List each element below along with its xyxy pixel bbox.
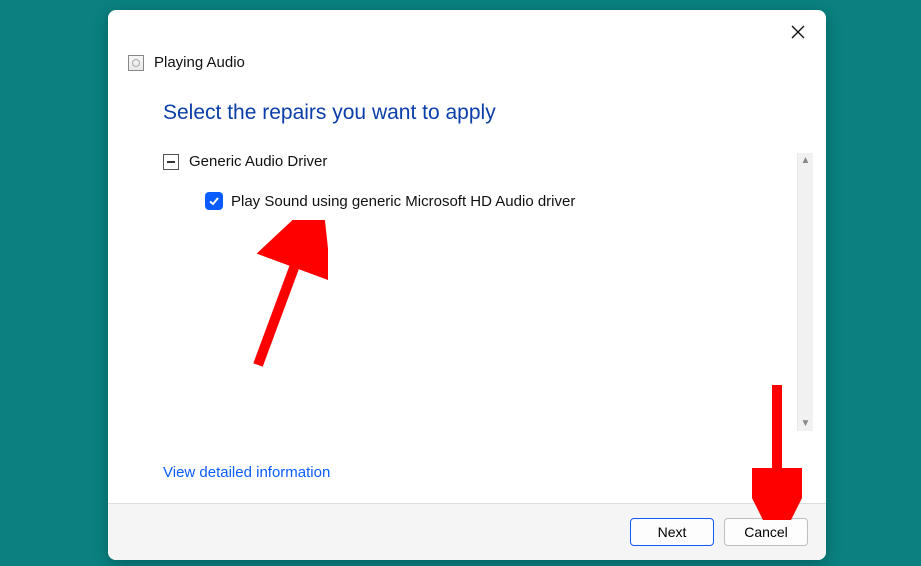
scroll-up-icon: ▲ [799, 153, 813, 168]
check-icon [208, 195, 220, 207]
scrollbar[interactable]: ▲ ▼ [797, 153, 813, 431]
next-button[interactable]: Next [630, 518, 714, 546]
header: Playing Audio [108, 46, 826, 89]
audio-troubleshoot-icon [128, 55, 144, 71]
footer: Next Cancel [108, 503, 826, 560]
close-icon [791, 25, 805, 39]
repair-group-label: Generic Audio Driver [189, 153, 327, 170]
close-button[interactable] [782, 18, 814, 46]
window-title: Playing Audio [154, 54, 245, 71]
view-detailed-info-link[interactable]: View detailed information [163, 464, 330, 481]
repair-group[interactable]: Generic Audio Driver [163, 153, 797, 170]
repair-item-label: Play Sound using generic Microsoft HD Au… [231, 193, 575, 210]
titlebar [108, 10, 826, 46]
repair-checkbox[interactable] [205, 192, 223, 210]
troubleshooter-dialog: Playing Audio Select the repairs you wan… [108, 10, 826, 560]
next-button-label: Next [658, 524, 687, 540]
repair-item[interactable]: Play Sound using generic Microsoft HD Au… [205, 192, 797, 210]
collapse-icon [163, 154, 179, 170]
instruction-heading: Select the repairs you want to apply [163, 101, 771, 125]
cancel-button[interactable]: Cancel [724, 518, 808, 546]
repairs-list-container: Generic Audio Driver Play Sound using ge… [163, 153, 771, 431]
main-content: Select the repairs you want to apply Gen… [108, 89, 826, 503]
cancel-button-label: Cancel [744, 524, 788, 540]
scroll-down-icon: ▼ [799, 416, 813, 431]
repairs-list: Generic Audio Driver Play Sound using ge… [163, 153, 797, 210]
